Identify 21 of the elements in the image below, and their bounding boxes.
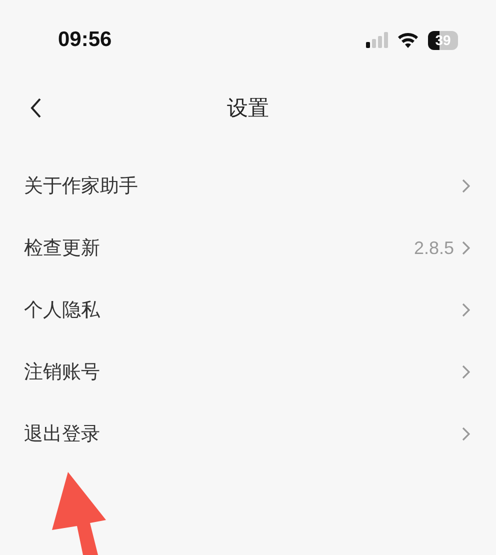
item-label: 关于作家助手 [24, 174, 139, 199]
chevron-right-icon [462, 303, 470, 317]
settings-item[interactable]: 个人隐私 [0, 279, 496, 341]
signal-icon [366, 32, 388, 48]
wifi-icon [397, 32, 419, 48]
item-label: 个人隐私 [24, 298, 101, 323]
settings-item[interactable]: 退出登录 [0, 403, 496, 465]
item-label: 注销账号 [24, 360, 101, 385]
status-time: 09:56 [58, 28, 112, 52]
item-label: 退出登录 [24, 422, 101, 447]
settings-item[interactable]: 注销账号 [0, 341, 496, 403]
chevron-right-icon [462, 179, 470, 193]
chevron-right-icon [462, 427, 470, 441]
back-icon [30, 98, 42, 118]
page-title: 设置 [227, 95, 269, 122]
settings-item[interactable]: 关于作家助手 [0, 155, 496, 217]
chevron-right-icon [462, 241, 470, 255]
chevron-right-icon [462, 365, 470, 379]
item-label: 检查更新 [24, 236, 101, 261]
version-text: 2.8.5 [414, 238, 454, 258]
settings-item[interactable]: 检查更新 2.8.5 [0, 217, 496, 279]
